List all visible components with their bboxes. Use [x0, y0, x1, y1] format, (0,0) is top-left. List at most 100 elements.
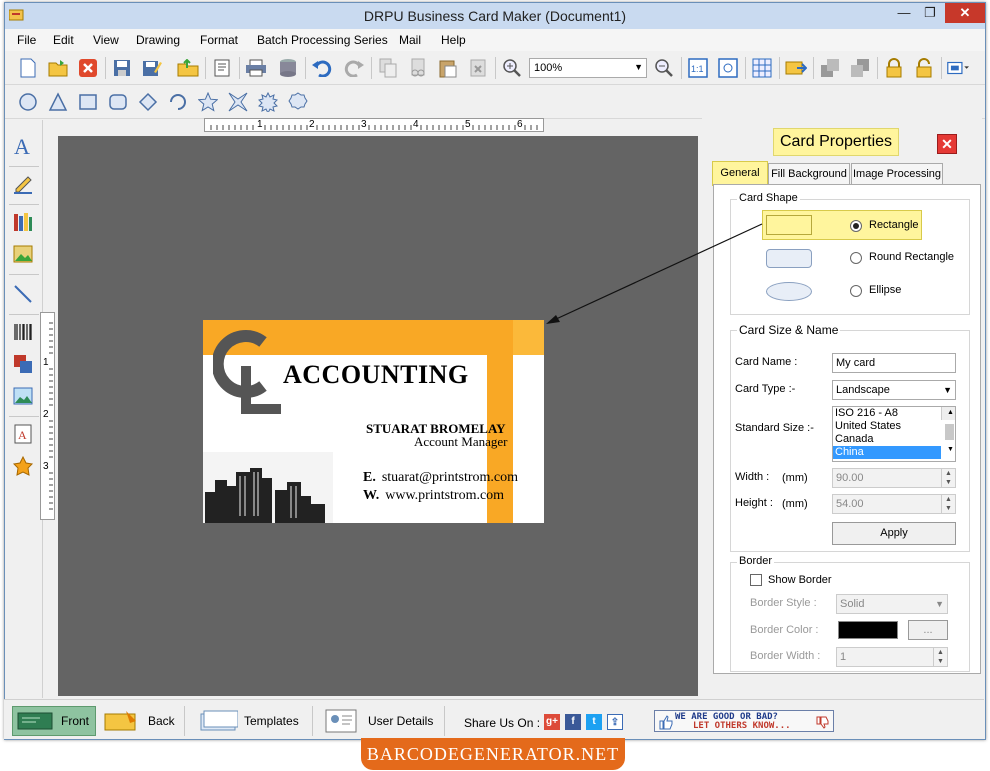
list-item[interactable]: Canada — [833, 433, 955, 446]
properties-icon[interactable] — [211, 57, 233, 79]
front-button[interactable]: Front — [12, 706, 96, 736]
standard-size-list[interactable]: ISO 216 - A8 United States Canada China … — [832, 406, 956, 462]
twitter-icon[interactable]: t — [586, 714, 602, 730]
menu-file[interactable]: File — [17, 33, 36, 47]
zoom-out-icon[interactable] — [653, 57, 675, 79]
undo-icon[interactable] — [311, 57, 333, 79]
send-backward-icon[interactable] — [849, 57, 871, 79]
ellipse-shape-preview[interactable] — [766, 282, 812, 301]
round-rectangle-tool-icon[interactable] — [107, 91, 129, 113]
copy-icon[interactable] — [377, 57, 399, 79]
close-window-button[interactable]: ✕ — [945, 3, 985, 23]
redo-icon[interactable] — [343, 57, 365, 79]
card-company-name[interactable]: ACCOUNTING — [283, 360, 469, 390]
seal-tool-icon[interactable] — [287, 91, 309, 113]
ellipse-radio[interactable] — [850, 285, 862, 297]
list-item[interactable]: ISO 216 - A8 — [833, 407, 955, 420]
border-color-swatch[interactable] — [838, 621, 898, 639]
align-dropdown-icon[interactable] — [947, 57, 969, 79]
close-doc-icon[interactable] — [77, 57, 99, 79]
back-button[interactable]: Back — [104, 706, 178, 736]
card-type-select[interactable]: Landscape ▼ — [832, 380, 956, 400]
border-color-button[interactable]: ... — [908, 620, 948, 640]
templates-button[interactable]: Templates — [200, 706, 304, 736]
burst-tool-icon[interactable] — [257, 91, 279, 113]
tab-image-processing[interactable]: Image Processing — [851, 163, 943, 185]
arc-tool-icon[interactable] — [167, 91, 189, 113]
round-rectangle-shape-preview[interactable] — [766, 249, 812, 268]
rectangle-tool-icon[interactable] — [77, 91, 99, 113]
border-width-input[interactable]: 1 ▲ ▼ — [836, 647, 948, 667]
zoom-in-icon[interactable] — [501, 57, 523, 79]
text-document-tool-icon[interactable]: A — [11, 422, 35, 446]
unlock-icon[interactable] — [913, 57, 935, 79]
list-item-selected[interactable]: China — [833, 446, 941, 459]
watermark-tool-icon[interactable] — [11, 352, 35, 376]
star-tool-icon[interactable] — [197, 91, 219, 113]
menu-drawing[interactable]: Drawing — [136, 33, 180, 47]
new-icon[interactable] — [17, 57, 39, 79]
save-icon[interactable] — [111, 57, 133, 79]
picture-tool-icon[interactable] — [11, 384, 35, 408]
width-input[interactable]: 90.00 ▲ ▼ — [832, 468, 956, 488]
library-tool-icon[interactable] — [11, 210, 35, 234]
fit-page-icon[interactable] — [717, 57, 739, 79]
image-tool-icon[interactable] — [11, 242, 35, 266]
rectangle-radio[interactable] — [850, 220, 862, 232]
send-mail-icon[interactable] — [785, 57, 807, 79]
tab-fill-background[interactable]: Fill Background — [768, 163, 850, 185]
list-scrollbar[interactable]: ▲ ▼ — [941, 407, 955, 453]
height-input[interactable]: 54.00 ▲ ▼ — [832, 494, 956, 514]
minimize-button[interactable]: — — [891, 3, 917, 23]
print-icon[interactable] — [245, 57, 267, 79]
card-website[interactable]: W. www.printstrom.com — [363, 488, 504, 504]
menu-batch-processing[interactable]: Batch Processing Series — [257, 33, 388, 47]
lock-icon[interactable] — [883, 57, 905, 79]
paste-icon[interactable] — [437, 57, 459, 79]
card-logo[interactable] — [213, 328, 285, 418]
tab-general[interactable]: General — [712, 161, 768, 186]
card-name-input[interactable]: My card — [832, 353, 956, 373]
city-skyline-image[interactable] — [203, 452, 333, 523]
database-icon[interactable] — [277, 57, 299, 79]
width-spinner[interactable]: ▲ ▼ — [941, 469, 955, 487]
feedback-banner[interactable]: WE ARE GOOD OR BAD? LET OTHERS KNOW... — [654, 710, 834, 732]
export-icon[interactable] — [177, 57, 199, 79]
symbol-tool-icon[interactable] — [11, 454, 35, 478]
delete-icon[interactable] — [467, 57, 489, 79]
card-email[interactable]: E. stuarat@printstrom.com — [363, 470, 518, 486]
grid-icon[interactable] — [751, 57, 773, 79]
round-rectangle-radio[interactable] — [850, 252, 862, 264]
actual-size-icon[interactable]: 1:1 — [687, 57, 709, 79]
show-border-checkbox[interactable] — [750, 574, 762, 586]
maximize-button[interactable]: ❐ — [917, 3, 943, 23]
apply-button[interactable]: Apply — [832, 522, 956, 545]
signature-tool-icon[interactable] — [11, 172, 35, 196]
diamond-tool-icon[interactable] — [137, 91, 159, 113]
triangle-tool-icon[interactable] — [47, 91, 69, 113]
open-icon[interactable] — [47, 57, 69, 79]
facebook-icon[interactable]: f — [565, 714, 581, 730]
card-role[interactable]: Account Manager — [414, 434, 508, 450]
google-plus-icon[interactable]: g+ — [544, 714, 560, 730]
business-card[interactable]: ACCOUNTING STUARAT BROMELAY Account Mana… — [203, 320, 544, 523]
zoom-select[interactable]: 100% ▼ — [529, 58, 647, 78]
menu-edit[interactable]: Edit — [53, 33, 74, 47]
menu-help[interactable]: Help — [441, 33, 466, 47]
border-width-spinner[interactable]: ▲ ▼ — [933, 648, 947, 666]
save-as-icon[interactable] — [141, 57, 163, 79]
text-tool-icon[interactable]: A — [11, 134, 35, 158]
four-point-star-tool-icon[interactable] — [227, 91, 249, 113]
list-item[interactable]: United States — [833, 420, 955, 433]
scroll-up-icon[interactable]: ▲ — [944, 407, 955, 420]
scroll-thumb[interactable] — [945, 424, 954, 440]
rectangle-shape-preview[interactable] — [766, 215, 812, 235]
bring-forward-icon[interactable] — [819, 57, 841, 79]
menu-mail[interactable]: Mail — [399, 33, 421, 47]
close-panel-button[interactable]: ✕ — [937, 134, 957, 154]
user-details-button[interactable]: User Details — [324, 706, 434, 736]
line-tool-icon[interactable] — [11, 282, 35, 306]
menu-format[interactable]: Format — [200, 33, 238, 47]
border-style-select[interactable]: Solid ▼ — [836, 594, 948, 614]
barcode-tool-icon[interactable] — [11, 320, 35, 344]
